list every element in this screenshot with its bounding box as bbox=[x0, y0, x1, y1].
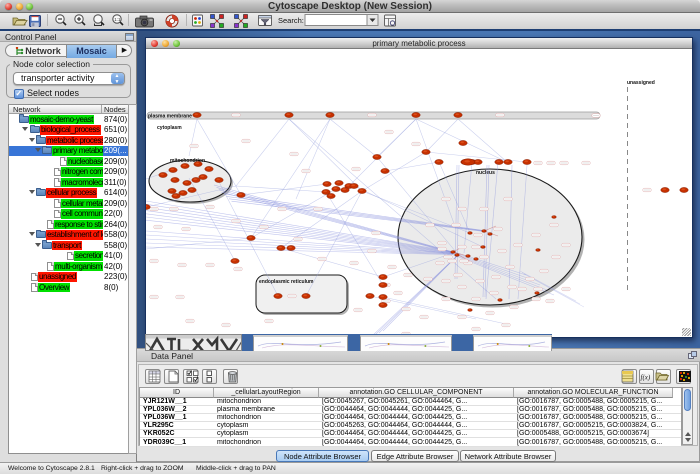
svg-text:f(x): f(x) bbox=[641, 374, 651, 382]
svg-text:unassigned: unassigned bbox=[627, 80, 655, 86]
svg-text:cytoplasm: cytoplasm bbox=[157, 125, 182, 131]
svg-text:endoplasmic reticulum: endoplasmic reticulum bbox=[259, 279, 314, 285]
svg-text:Search:: Search: bbox=[278, 16, 304, 25]
svg-text:1:1: 1:1 bbox=[114, 17, 121, 22]
svg-text:nucleus: nucleus bbox=[476, 170, 495, 176]
svg-text:plasma membrane: plasma membrane bbox=[148, 114, 192, 120]
